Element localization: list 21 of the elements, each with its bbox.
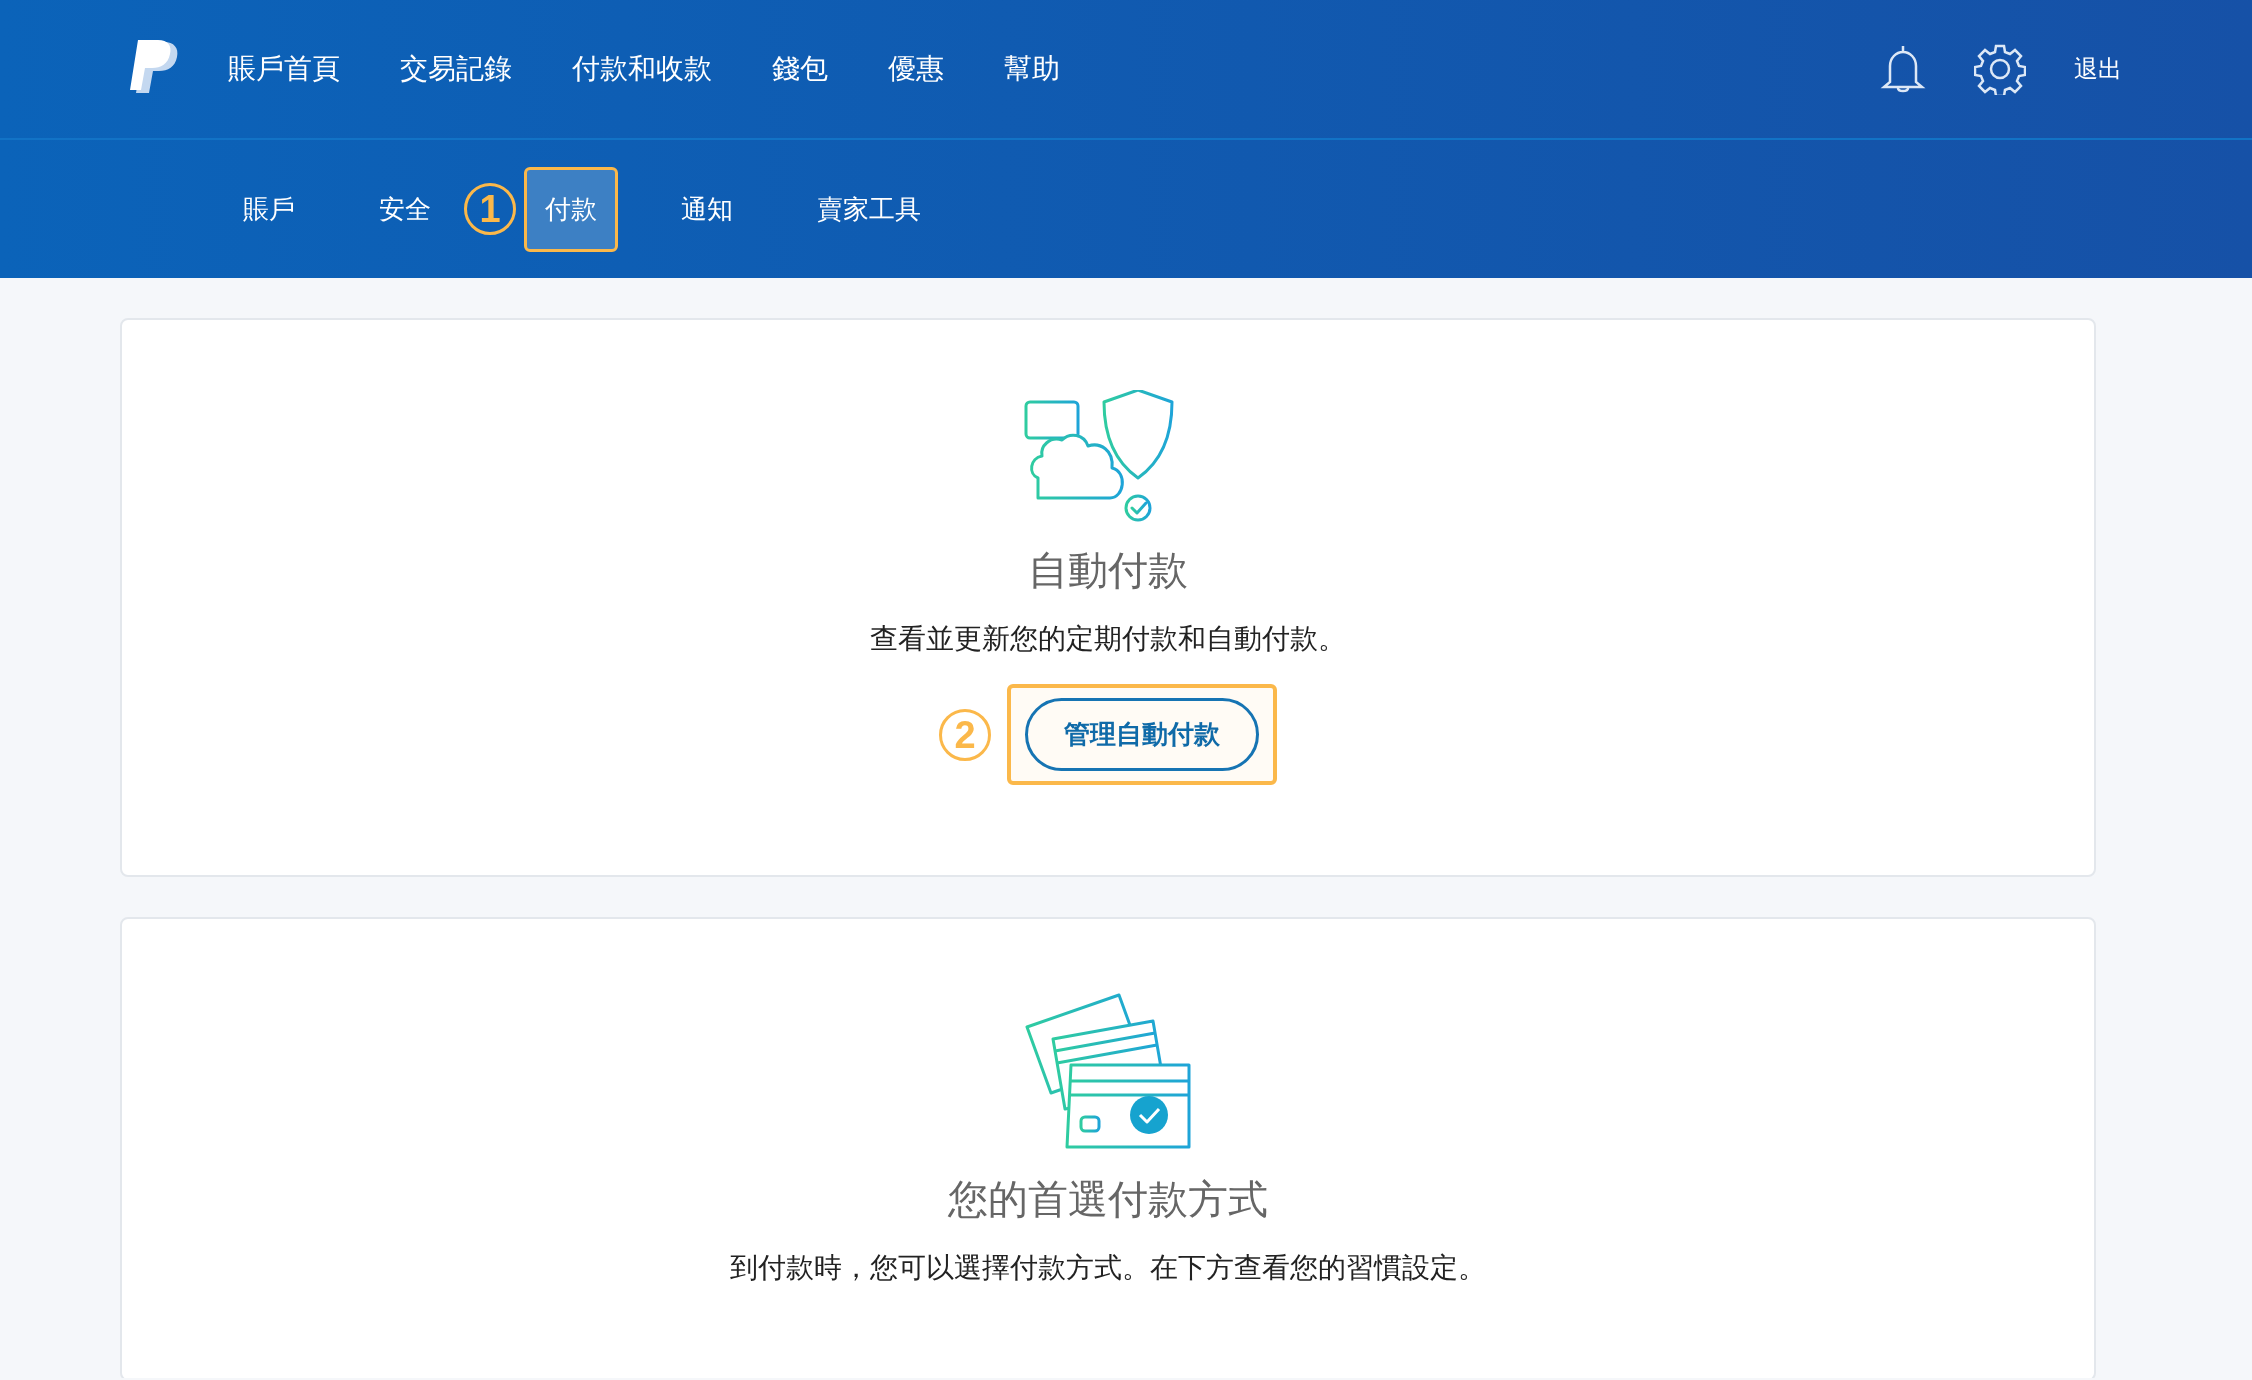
card-title: 自動付款 <box>1028 547 1188 594</box>
logout-link[interactable]: 退出 <box>2074 51 2122 87</box>
card-title: 您的首選付款方式 <box>948 1176 1268 1223</box>
sub-nav-tab[interactable]: 賣家工具 <box>796 166 942 252</box>
sub-nav-tab[interactable]: 付款 <box>524 166 618 252</box>
nav-link-item[interactable]: 賬戶首頁 <box>228 48 340 90</box>
nav-link-item[interactable]: 優惠 <box>888 48 944 90</box>
nav-link-item[interactable]: 付款和收款 <box>572 48 712 90</box>
card-description: 到付款時，您可以選擇付款方式。在下方查看您的習慣設定。 <box>730 1251 1486 1285</box>
settings-icon[interactable] <box>1974 43 2026 95</box>
callout-number: 1 <box>464 183 516 235</box>
sub-nav-tab[interactable]: 賬戶 <box>222 166 316 252</box>
card-description: 查看並更新您的定期付款和自動付款。 <box>870 622 1346 656</box>
sub-nav-tab[interactable]: 安全 <box>358 166 452 252</box>
manage-autopay-button[interactable]: 管理自動付款 <box>1025 698 1259 771</box>
callout-number: 2 <box>939 708 991 761</box>
bell-icon[interactable] <box>1880 44 1926 94</box>
nav-link-item[interactable]: 交易記錄 <box>400 48 512 90</box>
nav-link-item[interactable]: 錢包 <box>772 48 828 90</box>
sub-nav-tab[interactable]: 通知 <box>660 166 754 252</box>
nav-link-item[interactable]: 幫助 <box>1004 48 1060 90</box>
